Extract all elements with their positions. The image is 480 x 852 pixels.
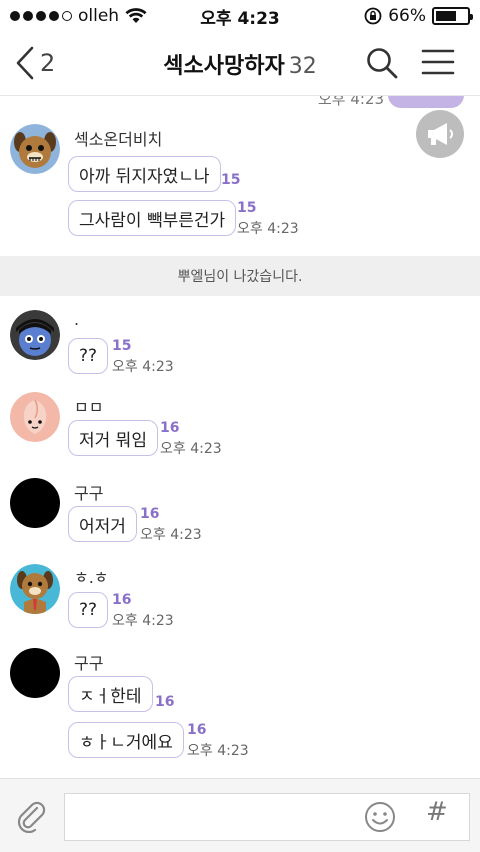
emoticon-button[interactable] [364,801,396,837]
avatar[interactable] [10,648,60,698]
my-message-bubble-partial[interactable] [388,96,464,108]
sender-name: ㅁㅁ [74,398,104,417]
message-bubble[interactable]: 어저거 [68,506,137,542]
unread-count: 16 [112,592,132,608]
message-time: 오후 4:23 [318,96,385,108]
sender-name: 구구 [74,654,104,673]
message-time: 오후 4:23 [140,527,202,543]
sender-name: ㅎ.ㅎ [74,568,109,587]
search-icon [367,48,398,79]
hamburger-menu-icon [421,49,455,75]
unread-count: 16 [140,506,160,522]
message-bubble[interactable]: ?? [68,592,109,628]
unread-count: 15 [237,200,257,216]
blue-character-avatar-icon [10,310,60,360]
sender-name: 구구 [74,484,104,503]
avatar[interactable] [10,478,60,528]
avatar[interactable] [10,564,60,614]
avatar[interactable] [10,310,60,360]
megaphone-icon [428,123,453,145]
back-button[interactable]: 2 [14,44,55,82]
message-time: 오후 4:23 [160,441,222,457]
unread-count: 15 [221,172,241,188]
unread-count: 16 [155,694,175,710]
message-time: 오후 4:23 [237,221,299,237]
rotation-lock-icon [364,7,382,25]
message-input-bar: # [0,778,480,852]
message-bubble[interactable]: 저거 뭐임 [68,420,158,456]
menu-button[interactable] [420,46,456,82]
status-bar: olleh 오후 4:23 66% [0,0,480,32]
chevron-left-icon [16,46,34,80]
message-time: 오후 4:23 [112,359,174,375]
hashtag-button[interactable]: # [426,797,448,827]
unread-count: 16 [187,722,207,738]
message-time: 오후 4:23 [112,613,174,629]
system-notice: 뿌엘님이 나갔습니다. [0,256,480,296]
battery-icon [432,7,473,25]
unread-chats-count: 2 [40,49,56,77]
message-bubble[interactable]: ㅎㅏㄴ거에요 [68,722,184,758]
unread-count: 16 [160,420,180,436]
brown-dog-avatar-icon [10,124,60,174]
attach-button[interactable] [16,799,46,837]
message-input[interactable] [64,793,470,841]
search-button[interactable] [365,46,399,84]
peach-avatar-icon [10,392,60,442]
status-right: 66% [364,6,473,26]
notice-button[interactable] [416,110,464,158]
avatar[interactable] [10,124,60,174]
dog-with-tie-avatar-icon [10,564,60,614]
signal-strength-icon [10,11,72,21]
chat-header: 2 섹소사망하자 32 [0,32,480,96]
battery-percent: 66% [388,6,426,26]
sender-name: . [74,310,80,329]
unread-count: 15 [112,338,132,354]
member-count: 32 [288,53,317,79]
chat-room-name: 섹소사망하자 [163,53,285,79]
chat-title: 섹소사망하자 32 [0,48,480,80]
status-left: olleh [10,6,147,26]
message-time: 오후 4:23 [187,743,249,759]
message-bubble[interactable]: 아까 뒤지자였ㄴ나 [68,156,221,192]
message-bubble[interactable]: 그사람이 빽부른건가 [68,200,237,236]
paperclip-icon [17,801,46,834]
message-bubble[interactable]: ㅈㅓ한테 [68,676,153,712]
message-bubble[interactable]: ?? [68,338,109,374]
carrier-name: olleh [78,6,120,26]
wifi-icon [125,8,147,23]
avatar[interactable] [10,392,60,442]
smiley-icon [365,802,395,832]
sender-name: 섹소온더비치 [74,130,163,149]
chat-messages[interactable]: 오후 4:23 섹소온더비치 아까 뒤지자였ㄴ나 15 그사람이 빽부른건가 1… [0,96,480,778]
battery-fill [436,11,456,21]
